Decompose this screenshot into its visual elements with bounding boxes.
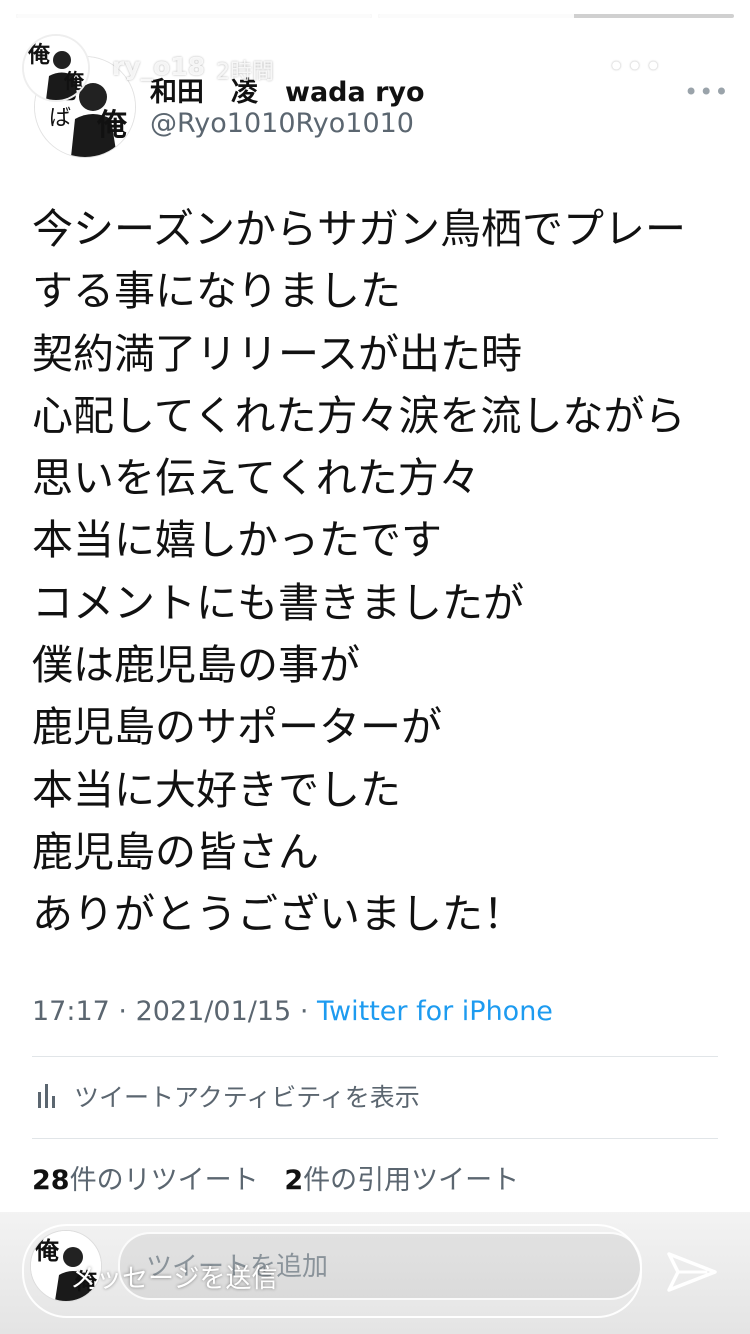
ellipsis-icon[interactable]: ••• — [608, 52, 662, 82]
tweet-line: 鹿児島の皆さん — [32, 827, 319, 876]
story-username[interactable]: ry_o18 — [112, 52, 205, 81]
message-placeholder: メッセージを送信 — [70, 1264, 278, 1294]
quotes-stat[interactable]: 2件の引用ツイート — [284, 1165, 519, 1196]
retweets-stat[interactable]: 28件のリツイート — [32, 1165, 259, 1196]
svg-text:俺: 俺 — [27, 42, 51, 68]
tweet-handle[interactable]: @Ryo1010Ryo1010 — [150, 108, 414, 139]
tweet-line: 契約満了リリースが出た時 — [32, 329, 522, 378]
divider — [32, 1056, 718, 1057]
meta-separator: · — [118, 996, 127, 1027]
bar-chart-icon — [38, 1084, 55, 1108]
tweet-line: する事になりました — [32, 267, 401, 316]
svg-text:ば: ば — [49, 106, 71, 131]
tweet-activity-label: ツイートアクティビティを表示 — [74, 1083, 420, 1112]
divider — [32, 1138, 718, 1139]
meta-separator: · — [299, 996, 309, 1027]
close-icon[interactable] — [686, 46, 734, 94]
paper-plane-icon[interactable] — [666, 1250, 718, 1294]
quote-count: 2 — [284, 1165, 304, 1196]
tweet-activity-link[interactable]: ツイートアクティビティを表示 — [36, 1078, 420, 1114]
tweet-line: ありがとうございました！ — [32, 890, 524, 939]
close-icon-glyph — [692, 52, 728, 88]
tweet-line: 鹿児島のサポーターが — [32, 703, 442, 752]
tweet-line: 今シーズンからサガン鳥栖でプレー — [32, 205, 686, 253]
svg-text:俺: 俺 — [96, 108, 128, 143]
tweet-line: 本当に大好きでした — [32, 765, 401, 814]
retweet-label: 件のリツイート — [69, 1165, 259, 1196]
tweet-line: 思いを伝えてくれた方々 — [32, 454, 480, 503]
story-progress-1 — [16, 14, 372, 18]
story-progress-fill-2 — [378, 14, 574, 18]
tweet-line: 心配してくれた方々涙を流しながら — [32, 391, 686, 440]
tweet-line: 僕は鹿児島の事が — [32, 641, 360, 690]
story-author-avatar[interactable]: 俺 俺 — [24, 36, 88, 100]
tweet-text: 今シーズンからサガン鳥栖でプレー する事になりました 契約満了リリースが出た時 … — [32, 198, 722, 946]
quote-label: 件の引用ツイート — [303, 1165, 520, 1196]
story-progress-fill-1 — [16, 14, 372, 18]
story-progress-2 — [378, 14, 734, 18]
story-time-ago: 2時間 — [216, 60, 274, 85]
avatar-image: 俺 俺 — [24, 36, 88, 100]
send-glyph — [667, 1252, 717, 1292]
tweet-date: 2021/01/15 — [135, 996, 292, 1027]
tweet-stats: 28件のリツイート 2件の引用ツイート — [32, 1158, 519, 1197]
tweet-line: コメントにも書きましたが — [32, 578, 524, 627]
retweet-count: 28 — [32, 1165, 70, 1196]
tweet-time: 17:17 — [32, 996, 110, 1027]
tweet-source-link[interactable]: Twitter for iPhone — [317, 996, 553, 1027]
tweet-timestamp: 17:17 · 2021/01/15 · Twitter for iPhone — [32, 996, 553, 1027]
tweet-line: 本当に嬉しかったです — [32, 516, 442, 565]
